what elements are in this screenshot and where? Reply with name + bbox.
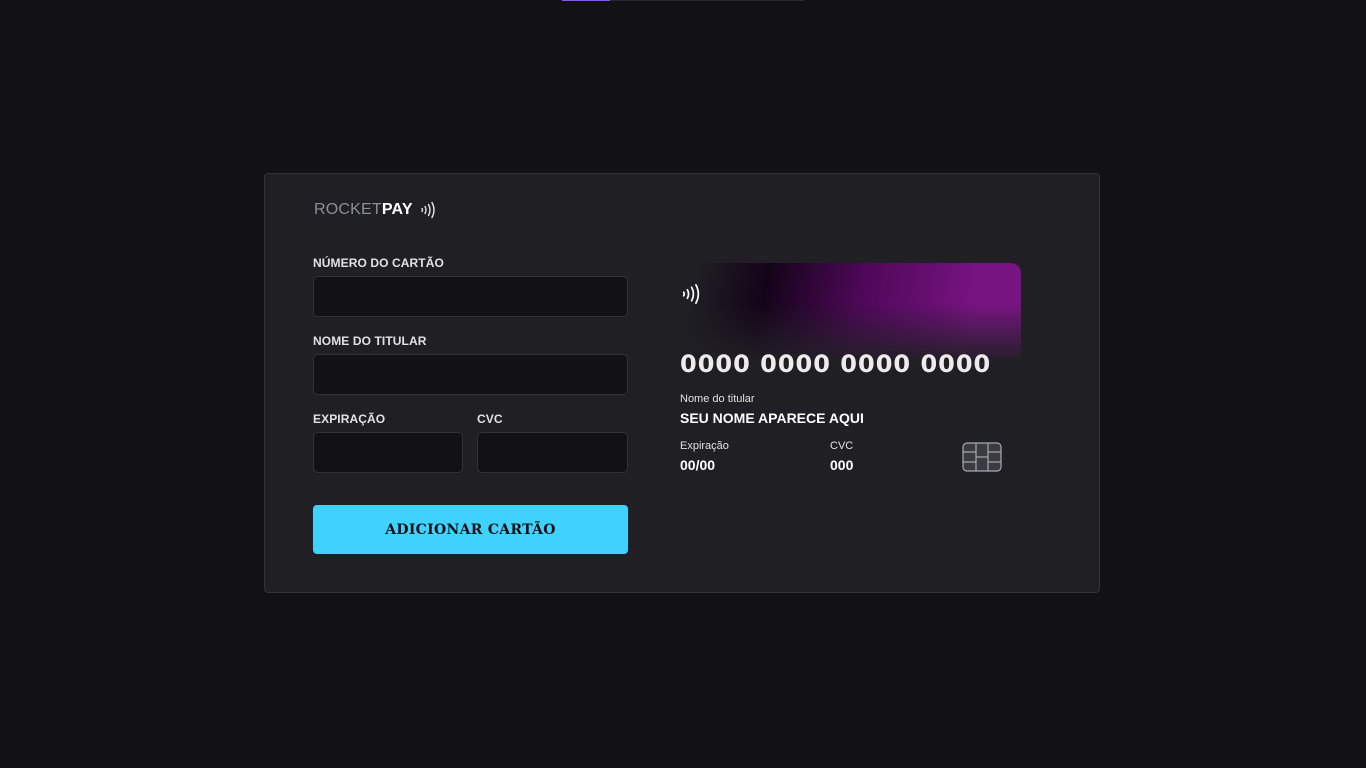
logo-rocket-text: ROCKET [314, 201, 382, 218]
card-number-label: NÚMERO DO CARTÃO [313, 256, 444, 270]
cvc-label: CVC [477, 412, 503, 426]
contactless-icon [680, 283, 702, 310]
chip-icon [962, 442, 1002, 477]
add-card-button[interactable]: ADICIONAR CARTÃO [313, 505, 628, 554]
holder-name-input[interactable] [313, 354, 628, 395]
card-cvc-label: CVC [830, 440, 854, 452]
card-number-input[interactable] [313, 276, 628, 317]
logo-pay-text: PAY [381, 201, 413, 218]
card-number-display: 0000 0000 0000 0000 [680, 350, 992, 378]
card-expiration-label: Expiração [680, 440, 729, 452]
rocketpay-logo: ROCKET PAY [314, 201, 437, 219]
card-holder-label: Nome do titular [680, 393, 755, 405]
card-expiration-value: 00/00 [680, 457, 716, 473]
contactless-icon [419, 201, 437, 219]
progress-bar [562, 0, 804, 1]
holder-name-label: NOME DO TITULAR [313, 334, 427, 348]
expiration-label: EXPIRAÇÃO [313, 412, 386, 426]
card-cvc-value: 000 [830, 457, 854, 473]
card-holder-value: SEU NOME APARECE AQUI [680, 410, 864, 426]
card-preview: 0000 0000 0000 0000 Nome do titular SEU … [665, 263, 1021, 475]
card-gradient [665, 263, 1021, 363]
cvc-input[interactable] [477, 432, 628, 473]
payment-panel: ROCKET PAY NÚMERO DO CARTÃO NOME DO TITU… [264, 173, 1100, 593]
progress-bar-fill [562, 0, 611, 1]
expiration-input[interactable] [313, 432, 463, 473]
